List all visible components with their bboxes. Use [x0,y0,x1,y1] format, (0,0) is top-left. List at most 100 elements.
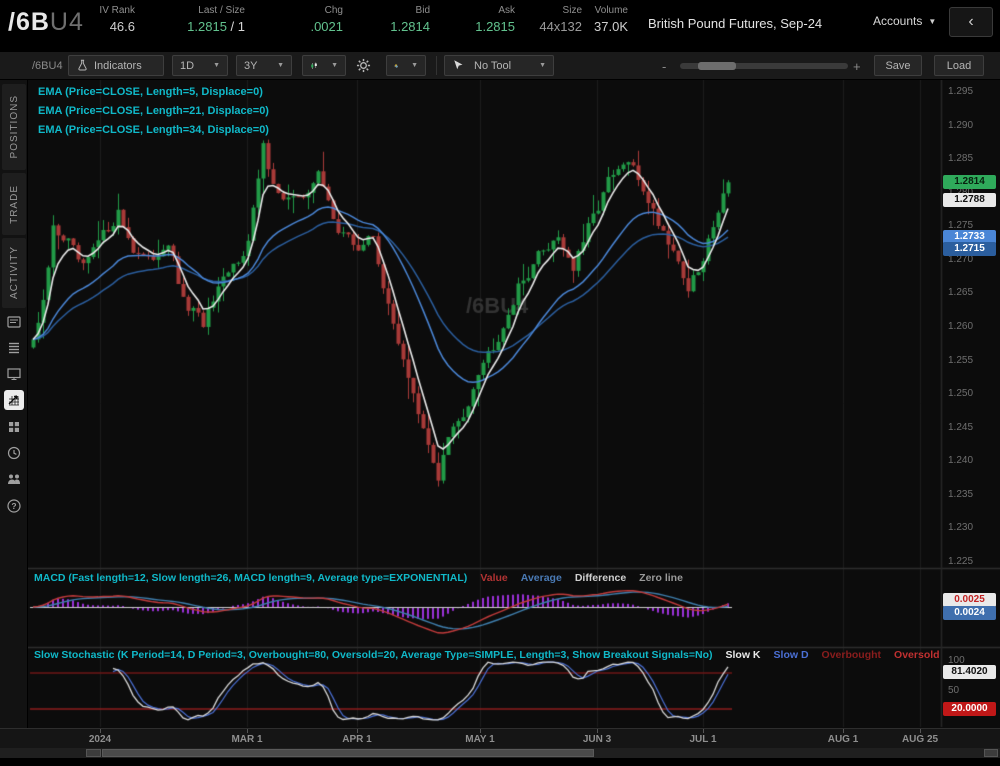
stochastic-legend-title[interactable]: Slow Stochastic (K Period=14, D Period=3… [34,649,713,662]
macd-legend-zero-line: Zero line [639,572,683,585]
stoch-legend-slow-k: Slow K [726,649,761,662]
drawing-tool-dropdown[interactable]: No Tool ▼ [444,55,554,76]
price-tick-1.230: 1.230 [948,522,973,533]
chart-style-dropdown[interactable]: ▼ [302,55,346,76]
field-label: Last / Size [150,5,245,16]
price-tick-1.265: 1.265 [948,287,973,298]
cursor-arrow-icon [452,59,464,72]
instrument-description: British Pound Futures, Sep-24 [648,16,822,31]
field-iv-rank: IV Rank 46.6 [70,5,135,34]
grid-icon[interactable] [4,417,24,437]
field-value: 1.2815 / 1 [150,19,245,34]
drawing-set-dropdown[interactable]: ▼ [386,55,426,76]
zoom-slider-thumb[interactable] [698,62,736,70]
time-label-jun-3: JUN 3 [583,734,611,745]
ledger-icon[interactable] [4,338,24,358]
scrollbar-left-handle[interactable] [86,749,101,757]
trading-app-window: /6BU4 IV Rank 46.6 Last / Size 1.2815 / … [0,0,1000,766]
sidebar-tab-positions[interactable]: POSITIONS [2,84,26,170]
chart-toolbar: /6BU4 Indicators 1D▼ 3Y▼ ▼ [0,52,1000,80]
time-tick [357,729,358,733]
price-badge-last-price: 1.2814 [943,175,996,189]
price-tick-1.295: 1.295 [948,86,973,97]
field-ask: Ask 1.2815 [443,5,515,34]
time-range-dropdown[interactable]: 3Y▼ [236,55,292,76]
community-icon[interactable] [4,469,24,489]
zoom-out-button[interactable]: - [662,59,666,74]
price-chart-canvas[interactable] [0,80,1000,728]
macd-legend-items: ValueAverageDifferenceZero line [480,572,683,585]
stoch-legend-slow-d: Slow D [774,649,809,662]
time-tick [100,729,101,733]
ema34-legend-label[interactable]: EMA (Price=CLOSE, Length=34, Displace=0) [38,124,269,143]
field-volume: Volume 37.0K [571,5,628,34]
time-tick [597,729,598,733]
macd-study-legend: MACD (Fast length=12, Slow length=26, MA… [34,572,939,585]
toolbar-symbol-label: /6BU4 [32,60,63,72]
chevron-down-icon: ▼ [331,62,338,69]
time-tick [843,729,844,733]
help-icon[interactable]: ? [4,496,24,516]
field-chg: Chg .0021 [278,5,343,34]
chart-icon[interactable] [4,390,24,410]
ema21-legend-label[interactable]: EMA (Price=CLOSE, Length=21, Displace=0) [38,105,269,124]
field-label: Volume [571,5,628,16]
gear-icon [356,58,371,73]
price-tick-1.225: 1.225 [948,556,973,567]
header: /6BU4 IV Rank 46.6 Last / Size 1.2815 / … [0,0,1000,48]
price-tick-1.260: 1.260 [948,321,973,332]
scrollbar-right-handle[interactable] [984,749,998,757]
stoch-legend-oversold: Oversold [894,649,939,662]
quote-panel-icon[interactable] [4,312,24,332]
sidebar-tab-activity[interactable]: ACTIVITY [2,238,26,308]
chart-settings-button[interactable] [354,55,378,76]
svg-text:?: ? [11,501,16,511]
layers-globe-icon [394,59,398,73]
stoch-tick-50: 50 [948,685,959,696]
time-label-apr-1: APR 1 [342,734,371,745]
ema-study-legend: EMA (Price=CLOSE, Length=5, Displace=0) … [38,86,269,143]
macd-legend-difference: Difference [575,572,626,585]
indicators-button[interactable]: Indicators [68,55,164,76]
aggregation-dropdown[interactable]: 1D▼ [172,55,228,76]
price-tick-1.255: 1.255 [948,355,973,366]
chevron-down-icon: ▼ [539,62,546,69]
candlestick-icon [310,59,318,73]
time-label-jul-1: JUL 1 [689,734,716,745]
field-label: IV Rank [70,5,135,16]
scrollbar-thumb[interactable] [102,749,594,757]
chart-scrollbar[interactable] [0,748,1000,758]
stoch-badge-oversold: 20.0000 [943,702,996,716]
stochastic-study-legend: Slow Stochastic (K Period=14, D Period=3… [34,649,939,662]
bottom-strip [0,758,1000,766]
load-button[interactable]: Load [934,55,984,76]
price-tick-1.250: 1.250 [948,388,973,399]
field-label: Ask [443,5,515,16]
price-badge-ema34: 1.2715 [943,242,996,256]
toolbar-divider [436,56,437,75]
field-value: .0021 [278,19,343,34]
price-tick-1.240: 1.240 [948,455,973,466]
zoom-in-button[interactable]: + [853,59,861,74]
price-tick-1.235: 1.235 [948,489,973,500]
field-label: Chg [278,5,343,16]
stoch-legend-overbought: Overbought [822,649,882,662]
time-label-aug-25: AUG 25 [902,734,938,745]
ema5-legend-label[interactable]: EMA (Price=CLOSE, Length=5, Displace=0) [38,86,269,105]
history-clock-icon[interactable] [4,443,24,463]
monitor-icon[interactable] [4,364,24,384]
time-axis: 2024MAR 1APR 1MAY 1JUN 3JUL 1AUG 1AUG 25 [0,728,1000,748]
sidebar-tab-trade[interactable]: TRADE [2,173,26,235]
field-last-size: Last / Size 1.2815 / 1 [150,5,245,34]
zoom-slider-track[interactable] [680,63,848,69]
field-value: 1.2814 [358,19,430,34]
flask-icon [76,59,89,72]
field-label: Bid [358,5,430,16]
field-value: 46.6 [70,19,135,34]
save-button[interactable]: Save [874,55,922,76]
price-tick-1.290: 1.290 [948,120,973,131]
accounts-dropdown[interactable]: Accounts▼ [873,14,936,28]
macd-legend-average: Average [521,572,562,585]
collapse-panel-button[interactable]: ‹ [949,7,993,37]
macd-legend-title[interactable]: MACD (Fast length=12, Slow length=26, MA… [34,572,467,585]
